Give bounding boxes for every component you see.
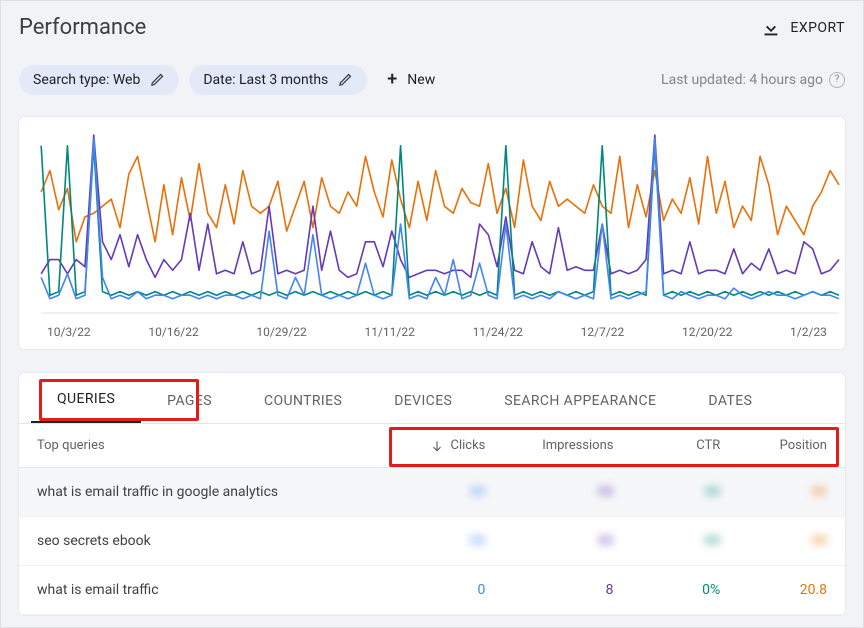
x-tick: 1/2/23 [790, 325, 827, 339]
impressions-cell: 8 [485, 582, 613, 598]
x-tick: 12/20/22 [682, 325, 732, 339]
add-filter-label: New [407, 72, 435, 88]
query-cell: what is email traffic [37, 582, 379, 598]
page-title: Performance [19, 15, 146, 40]
position-cell: 20.8 [720, 582, 827, 598]
arrow-down-icon [430, 439, 444, 453]
table-header-clicks-label: Clicks [450, 438, 485, 453]
last-updated-value: Last updated: 4 hours ago [661, 72, 823, 88]
filter-chip-date-label: Date: Last 3 months [203, 72, 328, 88]
tab-dates[interactable]: DATES [682, 375, 778, 423]
table-header-impressions[interactable]: Impressions [485, 438, 613, 453]
x-tick: 10/16/22 [148, 325, 198, 339]
export-button[interactable]: EXPORT [760, 17, 845, 39]
query-cell: what is email traffic in google analytic… [37, 484, 379, 500]
query-cell: seo secrets ebook [37, 533, 379, 549]
x-tick: 11/11/22 [364, 325, 414, 339]
filter-chip-search-type[interactable]: Search type: Web [19, 65, 179, 95]
ctr-cell: 0% [613, 582, 720, 598]
tabs-row: QUERIESPAGESCOUNTRIESDEVICESSEARCH APPEA… [19, 373, 845, 424]
clicks-cell: 00 [379, 533, 486, 549]
plus-icon: + [387, 69, 397, 90]
pencil-icon [150, 72, 165, 87]
x-tick: 10/3/22 [47, 325, 91, 339]
download-icon [760, 17, 782, 39]
filter-chip-date[interactable]: Date: Last 3 months [189, 65, 367, 95]
ctr-cell: 00 [613, 484, 720, 500]
table-header-position[interactable]: Position [720, 438, 827, 453]
table-row[interactable]: what is email traffic in google analytic… [19, 468, 845, 517]
impressions-cell: 00 [485, 533, 613, 549]
ctr-cell: 00 [613, 533, 720, 549]
queries-table-card: QUERIESPAGESCOUNTRIESDEVICESSEARCH APPEA… [19, 373, 845, 615]
position-cell: 00 [720, 533, 827, 549]
performance-chart[interactable] [19, 129, 845, 319]
tab-search-appearance[interactable]: SEARCH APPEARANCE [478, 375, 682, 423]
export-label: EXPORT [790, 20, 845, 36]
table-header-ctr[interactable]: CTR [613, 438, 720, 453]
table-header-row: Top queries Clicks Impressions CTR Posit… [19, 424, 845, 468]
performance-chart-card: 10/3/22 10/16/22 10/29/22 11/11/22 11/24/22 1… [19, 117, 845, 349]
table-body: what is email traffic in google analytic… [19, 468, 845, 615]
position-cell: 00 [720, 484, 827, 500]
table-row[interactable]: seo secrets ebook00000000 [19, 517, 845, 566]
last-updated-text: Last updated: 4 hours ago ? [661, 72, 845, 88]
tab-countries[interactable]: COUNTRIES [238, 375, 368, 423]
table-header-queries[interactable]: Top queries [37, 438, 379, 453]
filter-chip-search-type-label: Search type: Web [33, 72, 140, 88]
x-tick: 11/24/22 [473, 325, 523, 339]
tab-queries[interactable]: QUERIES [31, 373, 141, 423]
table-header-clicks[interactable]: Clicks [379, 438, 486, 453]
tab-devices[interactable]: DEVICES [368, 375, 478, 423]
help-icon[interactable]: ? [829, 72, 845, 88]
pencil-icon [338, 72, 353, 87]
tab-pages[interactable]: PAGES [141, 375, 238, 423]
table-row[interactable]: what is email traffic080%20.8 [19, 566, 845, 615]
chart-x-axis: 10/3/22 10/16/22 10/29/22 11/11/22 11/24/22 1… [19, 319, 845, 341]
add-filter-button[interactable]: + New [377, 62, 445, 97]
clicks-cell: 00 [379, 484, 486, 500]
x-tick: 12/7/22 [581, 325, 625, 339]
x-tick: 10/29/22 [256, 325, 306, 339]
impressions-cell: 00 [485, 484, 613, 500]
clicks-cell: 0 [379, 582, 486, 598]
